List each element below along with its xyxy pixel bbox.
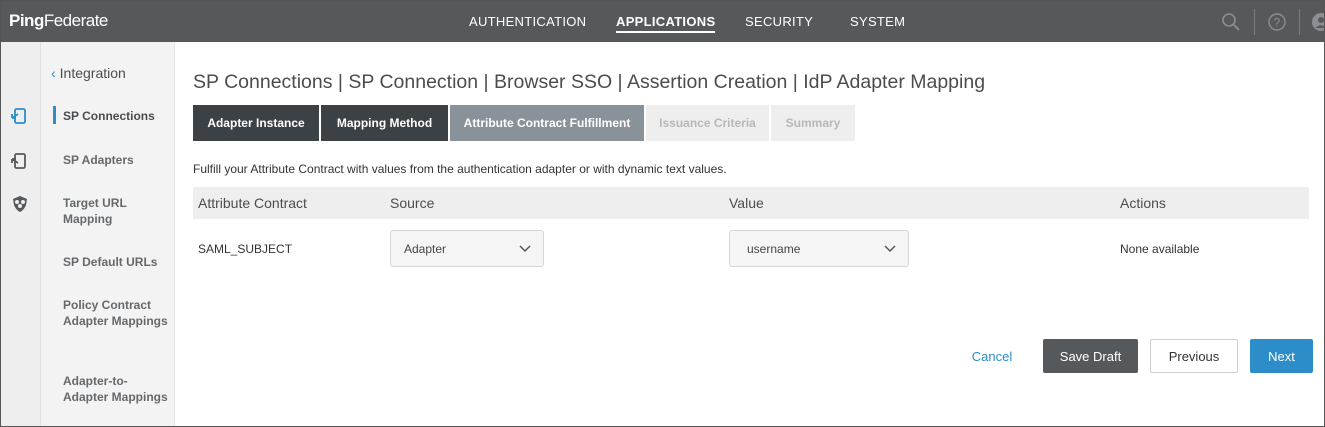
value-select[interactable]: username — [729, 230, 909, 267]
svg-text:?: ? — [1274, 16, 1281, 30]
sp-connections-icon[interactable] — [10, 106, 30, 126]
user-icon[interactable] — [1311, 12, 1324, 32]
icon-rail — [1, 42, 41, 426]
sidebar-item-sp-default-urls[interactable]: SP Default URLs — [63, 254, 169, 270]
page-description: Fulfill your Attribute Contract with val… — [193, 162, 727, 176]
active-indicator — [53, 106, 56, 124]
sidebar-item-policy-contract-adapter-mappings[interactable]: Policy Contract Adapter Mappings — [63, 297, 169, 329]
attribute-name: SAML_SUBJECT — [198, 242, 293, 256]
table-header: Attribute Contract Source Value Actions — [193, 187, 1309, 219]
source-select[interactable]: Adapter — [390, 230, 544, 267]
sidebar-item-sp-connections[interactable]: SP Connections — [63, 108, 169, 124]
help-icon[interactable]: ? — [1267, 12, 1287, 32]
pingfederate-logo[interactable]: PingFederate — [9, 11, 108, 31]
chevron-left-icon: ‹ — [51, 65, 56, 81]
sidebar-item-sp-adapters[interactable]: SP Adapters — [63, 152, 169, 168]
column-header-value: Value — [729, 195, 764, 211]
sidebar-item-adapter-to-adapter-mappings[interactable]: Adapter-to-Adapter Mappings — [63, 373, 169, 405]
search-icon[interactable] — [1221, 12, 1241, 32]
app-window: PingFederate AUTHENTICATION APPLICATIONS… — [0, 0, 1325, 427]
column-header-source: Source — [390, 195, 435, 211]
nav-system[interactable]: SYSTEM — [850, 14, 905, 29]
sp-adapters-icon[interactable] — [10, 151, 30, 171]
actions-text: None available — [1120, 242, 1200, 256]
previous-button[interactable]: Previous — [1150, 339, 1238, 373]
nav-applications[interactable]: APPLICATIONS — [616, 14, 716, 33]
column-header-actions: Actions — [1120, 195, 1166, 211]
nav-security[interactable]: SECURITY — [745, 14, 813, 29]
save-draft-button[interactable]: Save Draft — [1043, 339, 1138, 373]
wizard-tabs: Adapter Instance Mapping Method Attribut… — [193, 105, 857, 141]
column-header-attribute-contract: Attribute Contract — [198, 195, 307, 211]
tab-mapping-method[interactable]: Mapping Method — [321, 105, 450, 141]
breadcrumb: SP Connections | SP Connection | Browser… — [193, 71, 986, 93]
sidebar: ‹ Integration SP Connections SP Adapters … — [41, 42, 175, 426]
divider — [1254, 9, 1255, 35]
next-button[interactable]: Next — [1250, 339, 1313, 373]
tab-summary: Summary — [771, 105, 857, 141]
chevron-down-icon — [884, 245, 896, 253]
top-navigation-bar: PingFederate AUTHENTICATION APPLICATIONS… — [1, 1, 1324, 42]
tab-attribute-contract-fulfillment[interactable]: Attribute Contract Fulfillment — [450, 105, 646, 141]
sidebar-item-target-url-mapping[interactable]: Target URL Mapping — [63, 195, 169, 227]
nav-authentication[interactable]: AUTHENTICATION — [469, 14, 586, 29]
divider — [1299, 9, 1300, 35]
sidebar-back-integration[interactable]: ‹ Integration — [51, 65, 126, 81]
tab-issuance-criteria: Issuance Criteria — [646, 105, 771, 141]
tab-adapter-instance[interactable]: Adapter Instance — [193, 105, 321, 141]
cancel-button[interactable]: Cancel — [961, 339, 1023, 373]
chevron-down-icon — [519, 245, 531, 253]
shield-users-icon[interactable] — [10, 194, 30, 214]
